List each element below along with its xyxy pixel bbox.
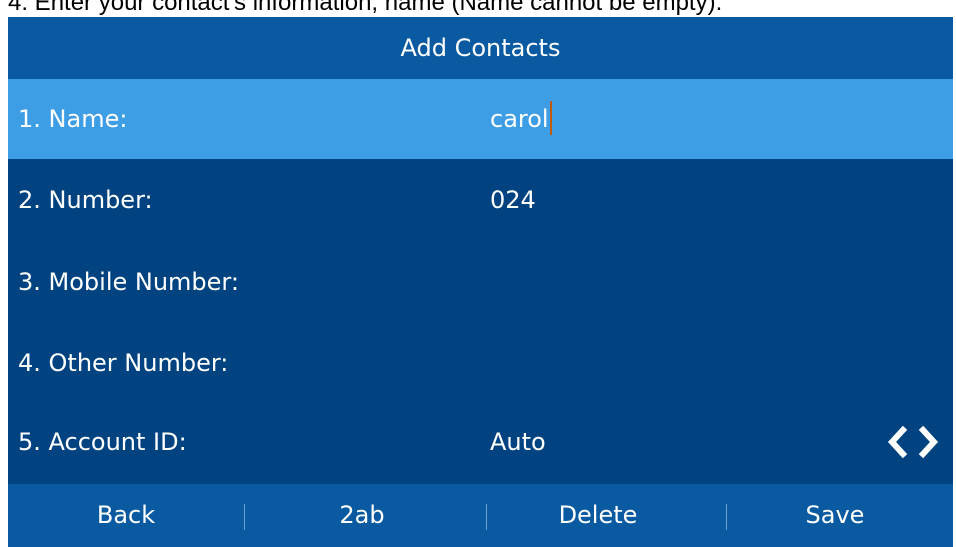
field-row-name[interactable]: 1. Name: carol (8, 79, 953, 159)
account-id-select[interactable]: Auto (490, 402, 546, 482)
field-label-name: 1. Name: (18, 105, 128, 133)
field-label-other-number: 4. Other Number: (18, 349, 229, 377)
name-input-value: carol (490, 105, 549, 133)
field-row-number[interactable]: 2. Number: 024 (8, 160, 953, 240)
save-button[interactable]: Save (717, 484, 953, 547)
delete-button[interactable]: Delete (480, 484, 716, 547)
left-right-arrows-icon[interactable] (883, 424, 943, 460)
document-caption: 4. Enter your contact's information, nam… (8, 0, 723, 16)
screen-title: Add Contacts (8, 17, 953, 79)
name-input[interactable]: carol (490, 79, 552, 159)
field-label-mobile-number: 3. Mobile Number: (18, 268, 239, 296)
softkey-bar: Back 2ab Delete Save (8, 484, 953, 547)
field-label-account-id: 5. Account ID: (18, 428, 187, 456)
field-row-other-number[interactable]: 4. Other Number: (8, 323, 953, 403)
input-mode-button[interactable]: 2ab (244, 484, 480, 547)
text-cursor (549, 101, 552, 135)
phone-screen: Add Contacts 1. Name: carol 2. Number: 0… (8, 17, 953, 547)
field-row-mobile-number[interactable]: 3. Mobile Number: (8, 242, 953, 322)
number-input[interactable]: 024 (490, 160, 536, 240)
field-label-number: 2. Number: (18, 186, 153, 214)
back-button[interactable]: Back (8, 484, 244, 547)
field-row-account-id[interactable]: 5. Account ID: Auto (8, 402, 953, 482)
